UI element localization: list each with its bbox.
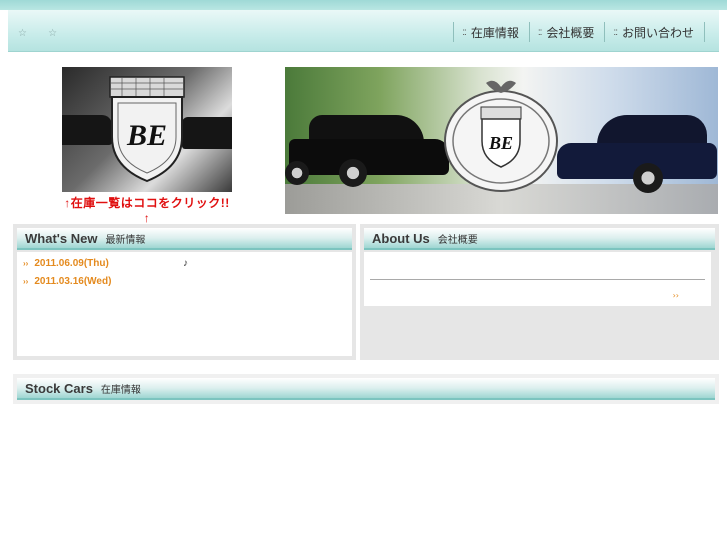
nav-item-stock[interactable]: :: 在庫情報 [453,22,529,42]
whats-new-panel: What's New 最新情報 ›› 2011.06.09(Thu) ♪ ›› … [13,224,356,360]
emblem-badge-icon: BE [444,80,558,192]
more-arrow-icon[interactable]: ›› [673,291,679,300]
star-icon: ☆ [18,28,27,39]
car-left [285,115,449,187]
nav-bullet-icon: :: [537,26,542,38]
header-banner-image: BE [285,67,718,214]
whats-new-header: What's New 最新情報 [17,228,352,250]
top-strip [0,0,727,10]
music-note-icon: ♪ [183,258,188,269]
nav-bullet-icon: :: [613,26,617,38]
stock-panel: Stock Cars 在庫情報 [13,374,719,404]
nav-label: お問い合わせ [621,25,694,40]
car-right [557,115,717,195]
nav-item-contact[interactable]: :: お問い合わせ [604,22,705,42]
about-title: About Us [372,230,430,246]
nav-label: 会社概要 [546,25,595,40]
news-item[interactable]: ›› 2011.03.16(Wed) [23,276,111,287]
stock-subtitle: 在庫情報 [100,384,141,396]
nav-item-company[interactable]: :: 会社概要 [528,22,605,42]
car-silhouette [62,115,112,145]
badge-text: BE [488,133,513,153]
main-nav: :: 在庫情報 :: 会社概要 :: お問い合わせ [453,22,705,42]
car-silhouette [182,117,232,149]
about-header: About Us 会社概要 [364,228,715,250]
site-header: ☆ ☆ :: 在庫情報 :: 会社概要 :: お問い合わせ [8,10,719,52]
news-item[interactable]: ›› 2011.06.09(Thu) ♪ [23,258,188,269]
star-icon: ☆ [48,28,58,39]
stock-list-caption[interactable]: ↑在庫一覧はココをクリック!!↑ [62,194,232,225]
about-panel: About Us 会社概要 ›› [360,224,719,360]
arrow-icon: ›› [23,259,29,268]
header-stars: ☆ ☆ [18,28,75,39]
divider [370,279,705,280]
whats-new-subtitle: 最新情報 [105,234,146,246]
stock-title: Stock Cars [25,380,93,396]
stock-list-logo-link[interactable]: BE [62,67,232,192]
news-date: 2011.06.09(Thu) [34,258,109,269]
page-content: BE ↑在庫一覧はココをクリック!!↑ BE What's New 最新情報 ›… [8,52,719,545]
whats-new-title: What's New [25,230,98,246]
shield-crest-icon: BE [109,76,185,183]
nav-label: 在庫情報 [470,25,519,40]
nav-bullet-icon: :: [462,26,466,38]
stock-header: Stock Cars 在庫情報 [17,378,715,400]
news-date: 2011.03.16(Wed) [34,276,112,287]
about-subtitle: 会社概要 [437,234,478,246]
whats-new-body: ›› 2011.06.09(Thu) ♪ ›› 2011.03.16(Wed) [17,252,352,356]
logo-text: BE [126,119,167,152]
about-body: ›› [364,252,711,306]
arrow-icon: ›› [23,277,29,286]
